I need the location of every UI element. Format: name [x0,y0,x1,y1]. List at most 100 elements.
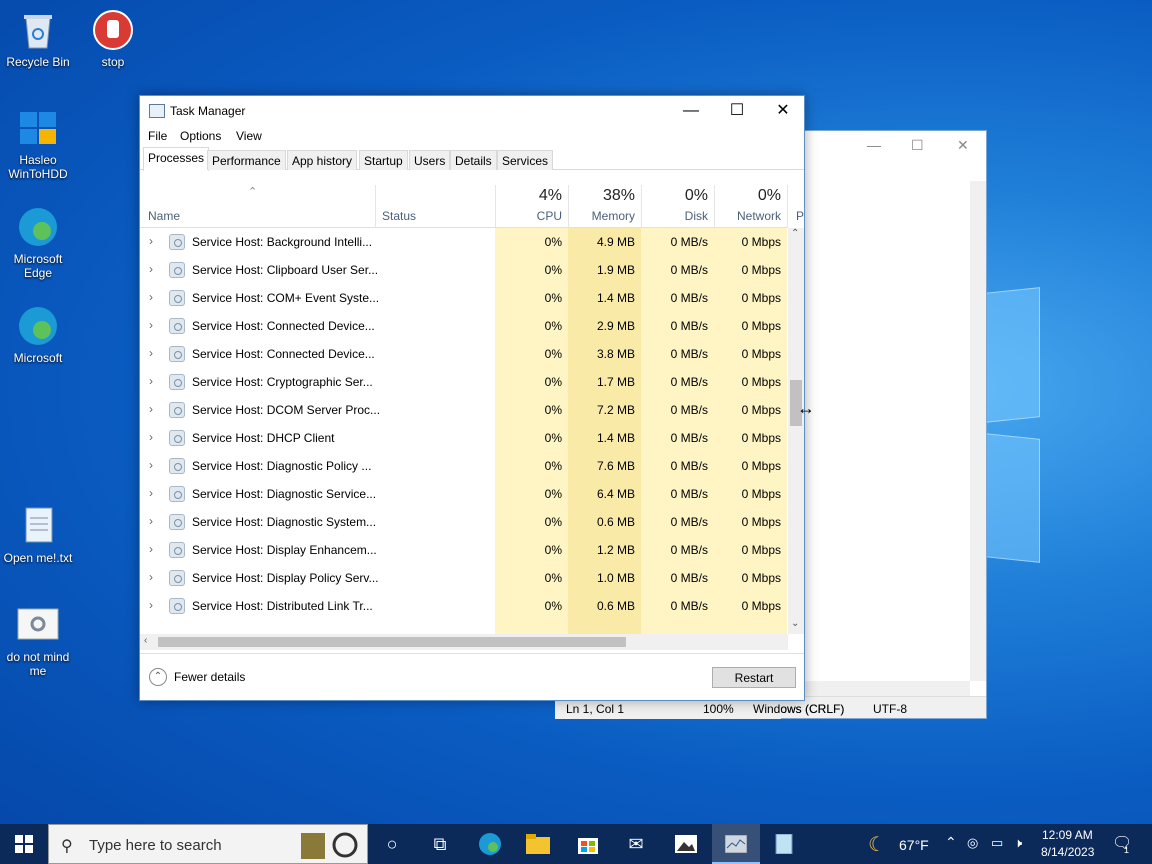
column-status-cell[interactable]: Status [375,185,495,228]
process-name: Service Host: Diagnostic Service... [192,487,377,501]
expand-chevron-icon[interactable]: › [149,318,153,332]
process-row[interactable]: › Service Host: COM+ Event Syste... 0% 1.4 … [140,284,788,312]
process-row[interactable]: › Service Host: Background Intelli... 0% 4.… [140,228,788,256]
process-row[interactable]: › Service Host: Clipboard User Ser... 0% 1.… [140,256,788,284]
task-manager-window[interactable]: Task Manager — ☐ ✕ File Options View Pro… [139,95,805,701]
network-icon[interactable]: ▭ [991,835,1003,851]
clock-time[interactable]: 12:09 AM [1042,828,1093,842]
file-explorer-icon[interactable] [514,824,562,864]
volume-muted-icon[interactable]: 🕨 [1014,835,1022,851]
notification-center-icon[interactable]: 🗨 [1112,833,1132,853]
task-view-icon[interactable]: ⧉ [416,824,464,864]
notepad-window[interactable]: — ☐ ✕ [780,130,987,719]
menu-file[interactable]: File [148,129,167,143]
maximize-button[interactable]: ☐ [714,96,760,126]
process-name: Service Host: Background Intelli... [192,235,373,249]
notepad-titlebar[interactable]: — ☐ ✕ [781,131,986,161]
desktop-icon-hasleo[interactable]: Hasleo WinToHDD [1,106,75,181]
expand-chevron-icon[interactable]: › [149,402,153,416]
mail-icon[interactable]: ✉ [612,824,660,864]
column-network[interactable]: 0% Network [714,185,787,228]
process-row[interactable]: › Service Host: Distributed Link Tr... 0% 0… [140,592,788,620]
cortana-icon[interactable]: ○ [368,824,416,864]
process-row[interactable]: › Service Host: Display Enhancem... 0% 1.2 … [140,536,788,564]
expand-chevron-icon[interactable]: › [149,374,153,388]
minimize-icon[interactable]: — [867,137,881,153]
process-list[interactable]: › Service Host: Background Intelli... 0% 4.… [140,228,788,634]
expand-chevron-icon[interactable]: › [149,234,153,248]
process-network: 0 Mbps [741,431,781,445]
desktop-icon-microsoft[interactable]: Microsoft [1,304,75,365]
horizontal-scrollbar[interactable]: ‹ [140,634,788,650]
fewer-details-link[interactable]: Fewer details [174,670,245,684]
menu-view[interactable]: View [236,129,262,143]
weather-temperature[interactable]: 67°F [899,837,929,853]
tab-processes[interactable]: Processes [143,147,210,171]
meet-now-icon[interactable]: ◎ [967,835,978,851]
taskbar-search-box[interactable]: ⚲ Type here to search [48,824,368,864]
desktop-icon-do-not-mind-me[interactable]: do not mind me [1,603,75,678]
expand-chevron-icon[interactable]: › [149,542,153,556]
service-gear-icon [169,402,185,418]
weather-moon-icon[interactable]: ☾ [868,832,886,857]
minimize-button[interactable]: — [668,96,714,126]
expand-chevron-icon[interactable]: › [149,514,153,528]
expand-chevron-icon[interactable]: › [149,430,153,444]
scroll-up-icon[interactable]: ⌃ [791,228,799,239]
chevron-up-circle-icon[interactable]: ⌃ [149,668,167,686]
process-row[interactable]: › Service Host: DHCP Client 0% 1.4 MB 0 MB/s… [140,424,788,452]
expand-chevron-icon[interactable]: › [149,346,153,360]
process-row[interactable]: › Service Host: Diagnostic Service... 0% 6.… [140,480,788,508]
process-row[interactable]: › Service Host: Diagnostic Policy ... 0% 7.… [140,452,788,480]
process-disk: 0 MB/s [670,263,708,277]
scroll-down-icon[interactable]: ⌄ [791,618,799,629]
show-hidden-icons-icon[interactable]: ⌃ [945,834,957,851]
expand-chevron-icon[interactable]: › [149,262,153,276]
store-icon[interactable] [564,824,612,864]
expand-chevron-icon[interactable]: › [149,290,153,304]
process-row[interactable]: › Service Host: Diagnostic System... 0% 0.6… [140,508,788,536]
column-name[interactable]: Name [148,209,180,223]
expand-chevron-icon[interactable]: › [149,486,153,500]
notepad-vertical-scrollbar[interactable] [970,181,986,681]
process-cpu: 0% [544,543,562,557]
process-row[interactable]: › Service Host: Connected Device... 0% 3.8 … [140,340,788,368]
task-manager-titlebar[interactable]: Task Manager — ☐ ✕ [140,96,804,126]
close-icon[interactable]: ✕ [957,137,969,154]
clock-date[interactable]: 8/14/2023 [1041,845,1094,859]
process-row[interactable]: › Service Host: Cryptographic Ser... 0% 1.7… [140,368,788,396]
tab-users[interactable]: Users [409,150,451,170]
expand-chevron-icon[interactable]: › [149,598,153,612]
tab-services[interactable]: Services [497,150,554,170]
process-row[interactable]: › Service Host: Connected Device... 0% 2.9 … [140,312,788,340]
expand-chevron-icon[interactable]: › [149,570,153,584]
task-manager-taskbar-icon[interactable] [712,824,760,864]
desktop-icon-edge[interactable]: Microsoft Edge [1,205,75,280]
horizontal-scrollbar-thumb[interactable] [158,637,626,647]
expand-chevron-icon[interactable]: › [149,458,153,472]
column-memory[interactable]: 38% Memory [568,185,641,228]
desktop-icon-recycle-bin[interactable]: Recycle Bin [1,8,75,69]
edge-taskbar-icon[interactable] [466,824,514,864]
close-button[interactable]: ✕ [760,96,806,126]
column-power[interactable]: P [787,185,804,228]
maximize-icon[interactable]: ☐ [911,137,924,154]
tab-app-history[interactable]: App history [287,150,358,170]
process-row[interactable]: › Service Host: Display Policy Serv... 0% 1… [140,564,788,592]
process-row[interactable]: › Service Host: DCOM Server Proc... 0% 7.2 … [140,396,788,424]
notepad-horizontal-scrollbar[interactable] [781,681,970,697]
tab-startup[interactable]: Startup [359,150,408,170]
column-cpu[interactable]: 4% CPU [495,185,568,228]
photos-icon[interactable] [662,824,710,864]
tab-details[interactable]: Details [450,150,497,170]
notepad-taskbar-icon[interactable] [760,824,808,864]
column-disk[interactable]: 0% Disk [641,185,714,228]
tab-performance[interactable]: Performance [207,150,286,170]
scroll-left-icon[interactable]: ‹ [144,635,147,646]
vertical-scrollbar[interactable]: ⌃ ⌄ [788,228,804,634]
start-button[interactable] [0,824,48,864]
menu-options[interactable]: Options [180,129,221,143]
desktop-icon-open-me[interactable]: Open me!.txt [1,504,75,565]
restart-button[interactable]: Restart [712,667,796,688]
desktop-icon-stop[interactable]: stop [76,8,150,69]
